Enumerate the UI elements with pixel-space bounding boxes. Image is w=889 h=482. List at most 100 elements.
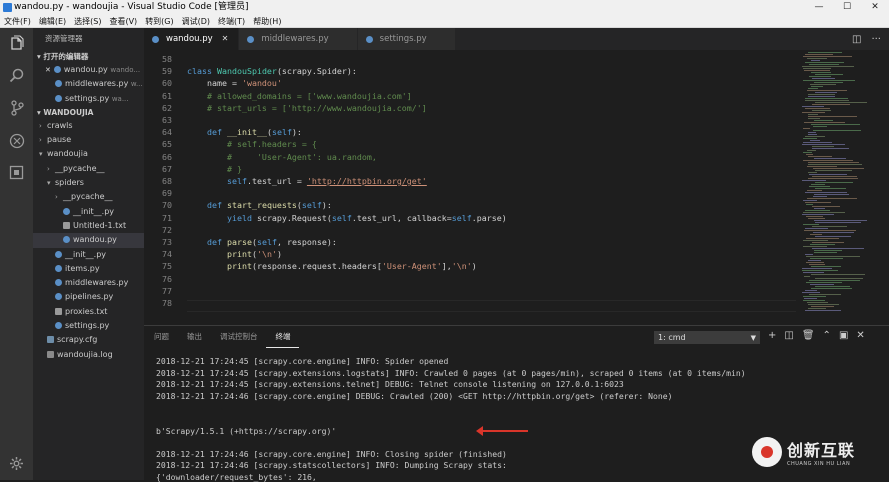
- python-file-icon: [55, 322, 62, 330]
- python-file-icon: [55, 250, 62, 258]
- panel-tab[interactable]: 输出: [177, 326, 210, 348]
- chevron-down-icon: ▾: [39, 150, 43, 159]
- line-number: 69: [162, 188, 172, 199]
- minimap-line: [803, 212, 845, 213]
- minimap-line: [807, 166, 837, 167]
- minimap-line: [803, 80, 855, 81]
- minimap-line: [815, 236, 851, 237]
- tree-file[interactable]: __init__.py: [33, 248, 144, 262]
- panel-tab[interactable]: 终端: [265, 326, 299, 348]
- minimap[interactable]: [796, 50, 889, 325]
- menu-item[interactable]: 选择(S): [70, 15, 105, 27]
- toggle-panel-icon[interactable]: ▣: [839, 330, 848, 341]
- project-section[interactable]: ▾ WANDOUJIA: [33, 106, 144, 119]
- minimap-line: [808, 134, 817, 135]
- tree-file[interactable]: items.py: [33, 262, 144, 276]
- tree-folder[interactable]: › crawls: [33, 119, 144, 133]
- tree-folder[interactable]: ▾ spiders: [33, 176, 144, 190]
- search-icon[interactable]: [8, 67, 25, 84]
- python-file-icon: [55, 80, 62, 88]
- source-control-icon[interactable]: [8, 99, 25, 116]
- minimize-icon[interactable]: —: [805, 0, 833, 15]
- minimap-line: [802, 292, 820, 293]
- tab-settings-py[interactable]: settings.py: [357, 28, 456, 50]
- tree-file[interactable]: settings.py: [33, 319, 144, 333]
- minimap-line: [810, 244, 835, 245]
- menu-item[interactable]: 帮助(H): [249, 15, 285, 27]
- tab-wandou-py[interactable]: wandou.py ✕: [144, 28, 240, 50]
- minimap-line: [808, 118, 820, 119]
- code-line: print('\n'): [226, 249, 282, 260]
- trash-icon[interactable]: 🗑: [802, 330, 815, 341]
- line-number: 66: [162, 151, 172, 162]
- panel-tab[interactable]: 问题: [144, 326, 177, 348]
- split-editor-icon[interactable]: ◫: [852, 34, 861, 45]
- explorer-header: 资源管理器: [45, 34, 83, 43]
- tree-file[interactable]: __init__.py: [33, 205, 144, 219]
- open-editors-section[interactable]: ▾ 打开的编辑器: [33, 50, 144, 63]
- open-editor-item[interactable]: middlewares.py w...: [33, 77, 144, 91]
- menu-item[interactable]: 文件(F): [0, 15, 35, 27]
- open-editor-item[interactable]: settings.py wa...: [33, 92, 144, 106]
- tree-file[interactable]: scrapy.cfg: [33, 333, 144, 347]
- close-window-icon[interactable]: ✕: [861, 0, 889, 15]
- minimap-line: [814, 82, 843, 83]
- settings-gear-icon[interactable]: [8, 455, 25, 472]
- files-icon[interactable]: [8, 34, 25, 51]
- minimap-line: [812, 176, 857, 177]
- line-number: 78: [162, 298, 172, 308]
- menu-item[interactable]: 编辑(E): [35, 15, 70, 27]
- minimap-line: [808, 178, 858, 179]
- minimap-line: [802, 180, 826, 181]
- minimap-line: [804, 230, 856, 231]
- tab-middlewares-py[interactable]: middlewares.py: [239, 28, 358, 50]
- code-editor[interactable]: 58 59 class WandouSpider(scrapy.Spider): 60…: [144, 50, 796, 325]
- tree-file[interactable]: proxies.txt: [33, 305, 144, 319]
- minimap-line: [806, 282, 842, 283]
- code-line: # start_urls = ['http://www.wandoujia.co…: [206, 102, 427, 113]
- vscode-app-icon: [3, 3, 12, 12]
- extensions-icon[interactable]: [8, 164, 25, 181]
- menu-item[interactable]: 调试(D): [178, 15, 214, 27]
- tree-item-label: __init__.py: [65, 249, 107, 259]
- close-icon[interactable]: ✕: [222, 28, 229, 50]
- split-terminal-icon[interactable]: ◫: [784, 330, 793, 341]
- close-icon[interactable]: ✕: [45, 66, 51, 74]
- minimap-line: [809, 76, 831, 77]
- minimap-line: [812, 248, 864, 249]
- panel-tab[interactable]: 调试控制台: [210, 326, 266, 348]
- minimap-line: [804, 70, 830, 71]
- terminal-line: {'downloader/request_bytes': 216,: [156, 472, 317, 482]
- line-number: 76: [162, 273, 172, 284]
- open-editor-item[interactable]: ✕ wandou.py wando...: [33, 63, 144, 77]
- code-line: # 'User-Agent': ua.random,: [226, 151, 377, 162]
- maximize-icon[interactable]: ☐: [833, 0, 861, 15]
- python-file-icon: [55, 293, 62, 301]
- tree-file[interactable]: pipelines.py: [33, 290, 144, 304]
- tree-folder[interactable]: › pause: [33, 133, 144, 147]
- close-panel-icon[interactable]: ✕: [856, 330, 864, 341]
- more-actions-icon[interactable]: ···: [871, 34, 881, 45]
- open-editor-hint: wando...: [110, 66, 141, 74]
- minimap-line: [808, 94, 835, 95]
- tree-file[interactable]: Untitled-1.txt: [33, 219, 144, 233]
- terminal-line: 2018-12-21 17:24:46 [scrapy.statscollect…: [156, 460, 507, 471]
- new-terminal-icon[interactable]: +: [768, 330, 776, 341]
- chevron-right-icon: ›: [39, 121, 42, 130]
- debug-icon[interactable]: [8, 132, 25, 149]
- tree-folder[interactable]: ▾ wandoujia: [33, 147, 144, 161]
- minimap-line: [805, 100, 849, 101]
- line-number: 62: [162, 102, 172, 113]
- tree-file[interactable]: wandoujia.log: [33, 348, 144, 362]
- menu-item[interactable]: 查看(V): [105, 15, 141, 27]
- menu-item[interactable]: 终端(T): [214, 15, 249, 27]
- tree-folder[interactable]: › __pycache__: [33, 190, 144, 204]
- tree-item-label: __init__.py: [73, 206, 115, 216]
- maximize-panel-icon[interactable]: ⌃: [823, 330, 831, 341]
- tree-folder[interactable]: › __pycache__: [33, 162, 144, 176]
- menu-item[interactable]: 转到(G): [141, 15, 177, 27]
- tree-file[interactable]: wandou.py: [33, 233, 144, 248]
- tree-file[interactable]: middlewares.py: [33, 276, 144, 290]
- minimap-line: [810, 84, 836, 85]
- terminal-select[interactable]: 1: cmd ▼: [654, 331, 760, 344]
